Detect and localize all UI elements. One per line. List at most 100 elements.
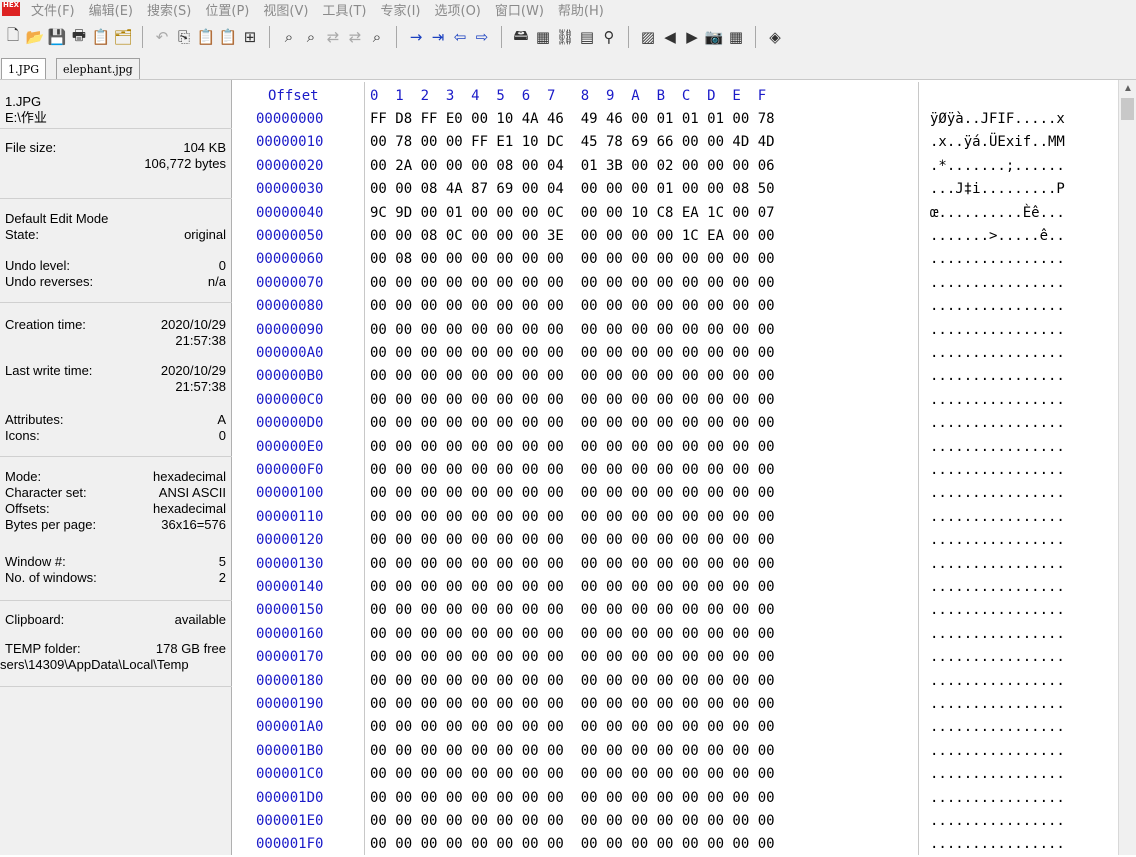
- row-ascii[interactable]: ................: [930, 365, 1065, 388]
- menu-tools[interactable]: 工具(T): [315, 0, 373, 19]
- row-offset[interactable]: 00000170: [256, 646, 323, 669]
- scroll-thumb[interactable]: [1121, 98, 1134, 120]
- row-bytes[interactable]: 00 00 00 00 00 00 00 00 00 00 00 00 00 0…: [370, 319, 775, 342]
- row-offset[interactable]: 000000A0: [256, 342, 323, 365]
- row-ascii[interactable]: ................: [930, 646, 1065, 669]
- row-offset[interactable]: 00000080: [256, 295, 323, 318]
- disk-icon[interactable]: 🖴: [510, 26, 532, 48]
- row-offset[interactable]: 000000E0: [256, 436, 323, 459]
- row-offset[interactable]: 000001F0: [256, 833, 323, 856]
- row-bytes[interactable]: 00 00 00 00 00 00 00 00 00 00 00 00 00 0…: [370, 389, 775, 412]
- find-hex-icon[interactable]: ⌕: [300, 26, 322, 48]
- menu-file[interactable]: 文件(F): [24, 0, 82, 19]
- properties-icon[interactable]: 📋: [90, 26, 112, 48]
- row-offset[interactable]: 000000F0: [256, 459, 323, 482]
- row-ascii[interactable]: ................: [930, 389, 1065, 412]
- row-ascii[interactable]: ................: [930, 716, 1065, 739]
- row-offset[interactable]: 000000B0: [256, 365, 323, 388]
- row-ascii[interactable]: ................: [930, 623, 1065, 646]
- row-bytes[interactable]: 00 00 00 00 00 00 00 00 00 00 00 00 00 0…: [370, 810, 775, 833]
- forward-icon[interactable]: ⇨: [471, 26, 493, 48]
- paste-icon[interactable]: 📋: [195, 26, 217, 48]
- goto-page-icon[interactable]: ⇥: [427, 26, 449, 48]
- row-ascii[interactable]: .*.......;......: [930, 155, 1065, 178]
- row-ascii[interactable]: ................: [930, 436, 1065, 459]
- row-bytes[interactable]: 00 08 00 00 00 00 00 00 00 00 00 00 00 0…: [370, 248, 775, 271]
- row-offset[interactable]: 00000030: [256, 178, 323, 201]
- app-logo-icon[interactable]: HEX: [2, 2, 20, 16]
- row-ascii[interactable]: ÿØÿà..JFIF.....x: [930, 108, 1065, 131]
- row-bytes[interactable]: 00 00 00 00 00 00 00 00 00 00 00 00 00 0…: [370, 740, 775, 763]
- row-bytes[interactable]: 00 00 00 00 00 00 00 00 00 00 00 00 00 0…: [370, 833, 775, 856]
- row-offset[interactable]: 000000D0: [256, 412, 323, 435]
- paste-special-icon[interactable]: 📋: [217, 26, 239, 48]
- menu-view[interactable]: 视图(V): [256, 0, 315, 19]
- row-ascii[interactable]: ................: [930, 529, 1065, 552]
- row-offset[interactable]: 00000050: [256, 225, 323, 248]
- copy-icon[interactable]: ⎘: [173, 26, 195, 48]
- row-bytes[interactable]: 00 00 00 00 00 00 00 00 00 00 00 00 00 0…: [370, 412, 775, 435]
- replace-icon[interactable]: ⇄: [322, 26, 344, 48]
- row-ascii[interactable]: ................: [930, 342, 1065, 365]
- row-ascii[interactable]: œ..........Èê...: [930, 202, 1065, 225]
- menu-position[interactable]: 位置(P): [198, 0, 256, 19]
- row-ascii[interactable]: ................: [930, 670, 1065, 693]
- row-offset[interactable]: 00000190: [256, 693, 323, 716]
- row-bytes[interactable]: 9C 9D 00 01 00 00 00 0C 00 00 10 C8 EA 1…: [370, 202, 775, 225]
- row-bytes[interactable]: 00 00 00 00 00 00 00 00 00 00 00 00 00 0…: [370, 599, 775, 622]
- row-bytes[interactable]: FF D8 FF E0 00 10 4A 46 49 46 00 01 01 0…: [370, 108, 775, 131]
- row-bytes[interactable]: 00 00 00 00 00 00 00 00 00 00 00 00 00 0…: [370, 529, 775, 552]
- row-offset[interactable]: 00000090: [256, 319, 323, 342]
- back-icon[interactable]: ⇦: [449, 26, 471, 48]
- tab-1-jpg[interactable]: 1.JPG: [1, 58, 47, 79]
- row-offset[interactable]: 00000160: [256, 623, 323, 646]
- row-offset[interactable]: 00000100: [256, 482, 323, 505]
- row-ascii[interactable]: ................: [930, 506, 1065, 529]
- row-bytes[interactable]: 00 00 00 00 00 00 00 00 00 00 00 00 00 0…: [370, 646, 775, 669]
- row-bytes[interactable]: 00 00 00 00 00 00 00 00 00 00 00 00 00 0…: [370, 553, 775, 576]
- print-icon[interactable]: 🖶: [68, 26, 90, 48]
- replace-hex-icon[interactable]: ⇄: [344, 26, 366, 48]
- row-bytes[interactable]: 00 78 00 00 FF E1 10 DC 45 78 69 66 00 0…: [370, 131, 775, 154]
- row-ascii[interactable]: ................: [930, 740, 1065, 763]
- row-ascii[interactable]: ................: [930, 833, 1065, 856]
- row-offset[interactable]: 00000180: [256, 670, 323, 693]
- row-bytes[interactable]: 00 00 00 00 00 00 00 00 00 00 00 00 00 0…: [370, 342, 775, 365]
- row-bytes[interactable]: 00 00 00 00 00 00 00 00 00 00 00 00 00 0…: [370, 623, 775, 646]
- row-ascii[interactable]: ................: [930, 295, 1065, 318]
- row-offset[interactable]: 000001C0: [256, 763, 323, 786]
- prev-icon[interactable]: ◀: [659, 26, 681, 48]
- menu-options[interactable]: 选项(O): [428, 0, 488, 19]
- undo-icon[interactable]: ↶: [151, 26, 173, 48]
- write-hex-icon[interactable]: ⊞: [239, 26, 261, 48]
- row-bytes[interactable]: 00 00 00 00 00 00 00 00 00 00 00 00 00 0…: [370, 295, 775, 318]
- row-bytes[interactable]: 00 00 00 00 00 00 00 00 00 00 00 00 00 0…: [370, 693, 775, 716]
- row-bytes[interactable]: 00 00 08 4A 87 69 00 04 00 00 00 01 00 0…: [370, 178, 775, 201]
- row-offset[interactable]: 00000020: [256, 155, 323, 178]
- find-icon[interactable]: ⌕: [278, 26, 300, 48]
- row-ascii[interactable]: ................: [930, 599, 1065, 622]
- scroll-up-arrow-icon[interactable]: ▲: [1119, 80, 1136, 98]
- row-offset[interactable]: 00000140: [256, 576, 323, 599]
- row-offset[interactable]: 00000130: [256, 553, 323, 576]
- ram-editor-icon[interactable]: ▦: [532, 26, 554, 48]
- row-bytes[interactable]: 00 00 00 00 00 00 00 00 00 00 00 00 00 0…: [370, 763, 775, 786]
- row-bytes[interactable]: 00 00 00 00 00 00 00 00 00 00 00 00 00 0…: [370, 436, 775, 459]
- row-bytes[interactable]: 00 00 00 00 00 00 00 00 00 00 00 00 00 0…: [370, 459, 775, 482]
- row-offset[interactable]: 000000C0: [256, 389, 323, 412]
- row-ascii[interactable]: ................: [930, 810, 1065, 833]
- row-bytes[interactable]: 00 00 00 00 00 00 00 00 00 00 00 00 00 0…: [370, 670, 775, 693]
- compare-icon[interactable]: ▨: [637, 26, 659, 48]
- row-ascii[interactable]: ................: [930, 576, 1065, 599]
- row-offset[interactable]: 000001E0: [256, 810, 323, 833]
- open-folder-icon[interactable]: 📂: [24, 26, 46, 48]
- menu-window[interactable]: 窗口(W): [488, 0, 551, 19]
- row-bytes[interactable]: 00 00 00 00 00 00 00 00 00 00 00 00 00 0…: [370, 272, 775, 295]
- row-ascii[interactable]: ................: [930, 272, 1065, 295]
- menu-edit[interactable]: 编辑(E): [82, 0, 140, 19]
- row-ascii[interactable]: ................: [930, 763, 1065, 786]
- new-file-icon[interactable]: 🗋: [2, 26, 24, 48]
- row-ascii[interactable]: .......>.....ê..: [930, 225, 1065, 248]
- row-ascii[interactable]: ................: [930, 553, 1065, 576]
- link-icon[interactable]: ⛓: [554, 26, 576, 48]
